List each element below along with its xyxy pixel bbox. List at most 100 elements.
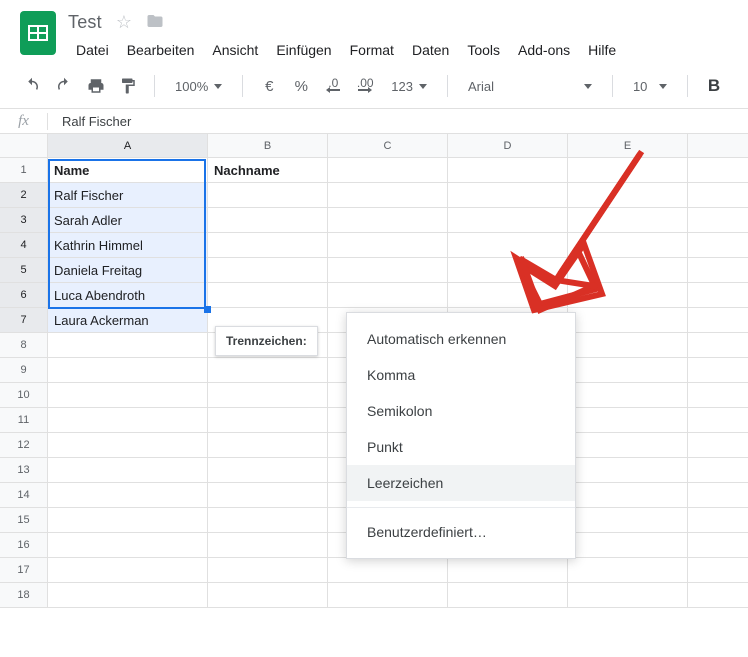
cell-B12[interactable] — [208, 433, 328, 457]
cell-A5[interactable]: Daniela Freitag — [48, 258, 208, 282]
cell-B10[interactable] — [208, 383, 328, 407]
folder-icon[interactable] — [146, 12, 164, 33]
undo-button[interactable] — [18, 72, 46, 100]
row-header[interactable]: 11 — [0, 408, 48, 432]
dd-item-auto[interactable]: Automatisch erkennen — [347, 321, 575, 357]
cell-A14[interactable] — [48, 483, 208, 507]
row-header[interactable]: 18 — [0, 583, 48, 607]
cell-D4[interactable] — [448, 233, 568, 257]
cell-E4[interactable] — [568, 233, 688, 257]
row-header[interactable]: 17 — [0, 558, 48, 582]
cell-B17[interactable] — [208, 558, 328, 582]
paint-format-button[interactable] — [114, 72, 142, 100]
dd-item-leerzeichen[interactable]: Leerzeichen — [347, 465, 575, 501]
cell-A7[interactable]: Laura Ackerman — [48, 308, 208, 332]
row-header[interactable]: 1 — [0, 158, 48, 182]
decrease-decimal-button[interactable]: .0 — [319, 72, 347, 100]
cell-E2[interactable] — [568, 183, 688, 207]
cell-C18[interactable] — [328, 583, 448, 607]
cell-E7[interactable] — [568, 308, 688, 332]
cell-E17[interactable] — [568, 558, 688, 582]
cell-E3[interactable] — [568, 208, 688, 232]
cell-D1[interactable] — [448, 158, 568, 182]
number-format-dropdown[interactable]: 123 — [383, 72, 435, 100]
dd-item-punkt[interactable]: Punkt — [347, 429, 575, 465]
col-header-a[interactable]: A — [48, 134, 208, 157]
cell-D18[interactable] — [448, 583, 568, 607]
row-header[interactable]: 3 — [0, 208, 48, 232]
menu-daten[interactable]: Daten — [404, 38, 457, 62]
cell-C2[interactable] — [328, 183, 448, 207]
cell-C3[interactable] — [328, 208, 448, 232]
row-header[interactable]: 14 — [0, 483, 48, 507]
row-header[interactable]: 6 — [0, 283, 48, 307]
cell-C17[interactable] — [328, 558, 448, 582]
cell-C5[interactable] — [328, 258, 448, 282]
cell-A18[interactable] — [48, 583, 208, 607]
cell-A8[interactable] — [48, 333, 208, 357]
cell-A17[interactable] — [48, 558, 208, 582]
cell-C6[interactable] — [328, 283, 448, 307]
cell-B1[interactable]: Nachname — [208, 158, 328, 182]
cell-B9[interactable] — [208, 358, 328, 382]
cell-A9[interactable] — [48, 358, 208, 382]
separator-chip[interactable]: Trennzeichen: — [215, 326, 318, 356]
bold-button[interactable]: B — [700, 72, 728, 100]
menu-format[interactable]: Format — [342, 38, 402, 62]
font-family-dropdown[interactable]: Arial — [460, 72, 600, 100]
dd-item-komma[interactable]: Komma — [347, 357, 575, 393]
cell-A3[interactable]: Sarah Adler — [48, 208, 208, 232]
cell-A11[interactable] — [48, 408, 208, 432]
cell-E16[interactable] — [568, 533, 688, 557]
cell-E9[interactable] — [568, 358, 688, 382]
row-header[interactable]: 10 — [0, 383, 48, 407]
menu-bearbeiten[interactable]: Bearbeiten — [119, 38, 203, 62]
cell-D17[interactable] — [448, 558, 568, 582]
cell-D2[interactable] — [448, 183, 568, 207]
row-header[interactable]: 15 — [0, 508, 48, 532]
spreadsheet-grid[interactable]: A B C D E 1NameNachname2Ralf Fischer3Sar… — [0, 134, 748, 608]
cell-E10[interactable] — [568, 383, 688, 407]
cell-D3[interactable] — [448, 208, 568, 232]
cell-B18[interactable] — [208, 583, 328, 607]
cell-E8[interactable] — [568, 333, 688, 357]
menu-einfuegen[interactable]: Einfügen — [268, 38, 339, 62]
row-header[interactable]: 4 — [0, 233, 48, 257]
cell-A2[interactable]: Ralf Fischer — [48, 183, 208, 207]
cell-B2[interactable] — [208, 183, 328, 207]
cell-C1[interactable] — [328, 158, 448, 182]
cell-A1[interactable]: Name — [48, 158, 208, 182]
cell-E18[interactable] — [568, 583, 688, 607]
cell-C4[interactable] — [328, 233, 448, 257]
increase-decimal-button[interactable]: .00 — [351, 72, 379, 100]
cell-B4[interactable] — [208, 233, 328, 257]
row-header[interactable]: 8 — [0, 333, 48, 357]
row-header[interactable]: 5 — [0, 258, 48, 282]
cell-A15[interactable] — [48, 508, 208, 532]
cell-D5[interactable] — [448, 258, 568, 282]
cell-E13[interactable] — [568, 458, 688, 482]
menu-ansicht[interactable]: Ansicht — [204, 38, 266, 62]
cell-E1[interactable] — [568, 158, 688, 182]
row-header[interactable]: 2 — [0, 183, 48, 207]
row-header[interactable]: 13 — [0, 458, 48, 482]
star-icon[interactable]: ☆ — [116, 12, 132, 33]
dd-item-custom[interactable]: Benutzerdefiniert… — [347, 514, 575, 550]
cell-A16[interactable] — [48, 533, 208, 557]
menu-datei[interactable]: Datei — [68, 38, 117, 62]
cell-B15[interactable] — [208, 508, 328, 532]
col-header-b[interactable]: B — [208, 134, 328, 157]
cell-E6[interactable] — [568, 283, 688, 307]
menu-hilfe[interactable]: Hilfe — [580, 38, 624, 62]
cell-B3[interactable] — [208, 208, 328, 232]
cell-E15[interactable] — [568, 508, 688, 532]
cell-E12[interactable] — [568, 433, 688, 457]
cell-E14[interactable] — [568, 483, 688, 507]
cell-B11[interactable] — [208, 408, 328, 432]
currency-button[interactable]: € — [255, 72, 283, 100]
cell-A13[interactable] — [48, 458, 208, 482]
cell-A4[interactable]: Kathrin Himmel — [48, 233, 208, 257]
cell-A10[interactable] — [48, 383, 208, 407]
redo-button[interactable] — [50, 72, 78, 100]
col-header-d[interactable]: D — [448, 134, 568, 157]
